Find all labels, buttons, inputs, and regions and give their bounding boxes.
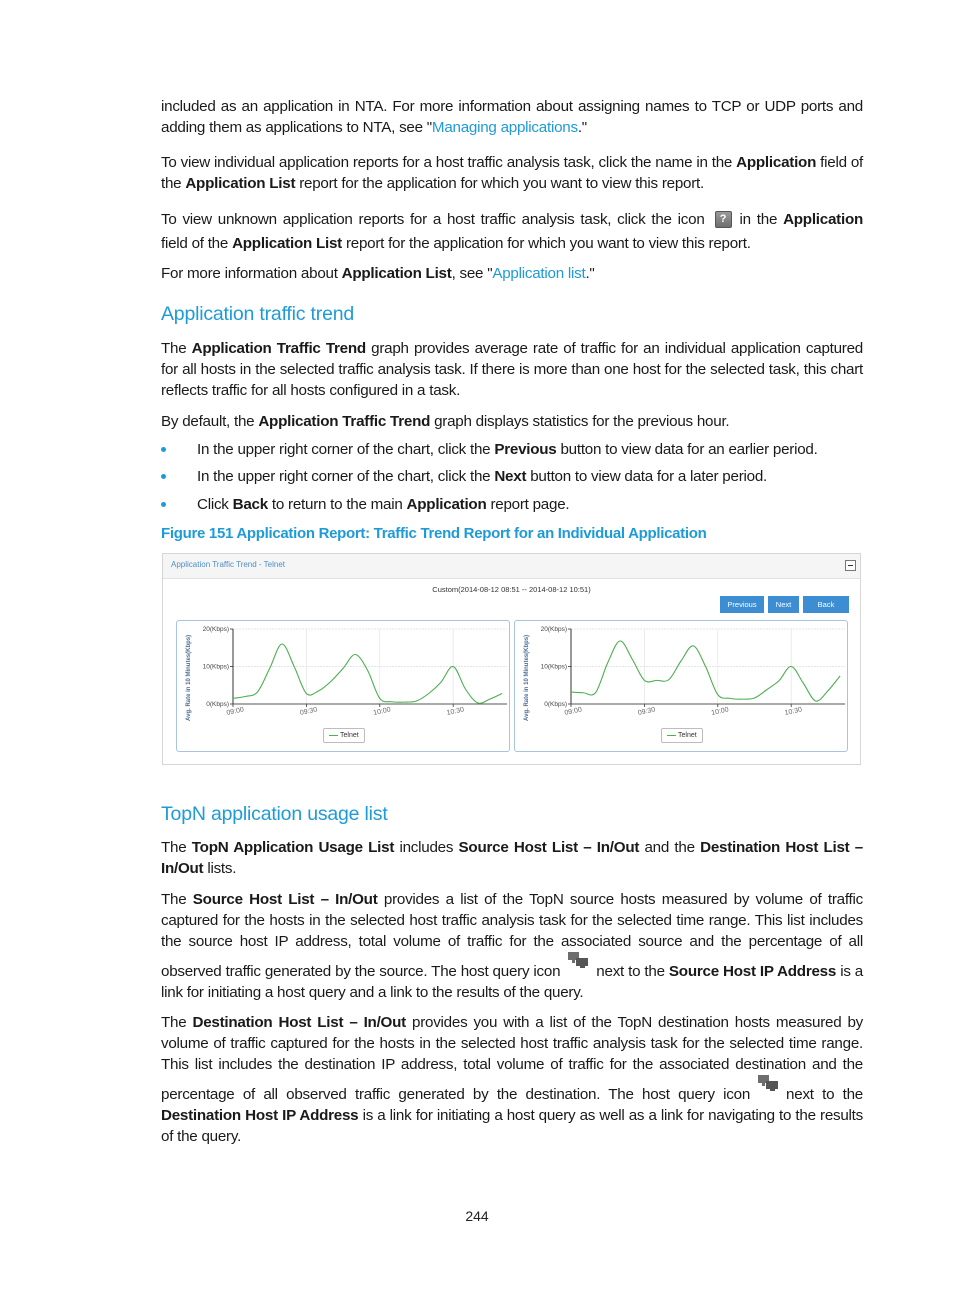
bullet-dot bbox=[161, 447, 166, 452]
intro-paragraph-3: To view unknown application reports for … bbox=[161, 211, 863, 252]
intro-paragraph-2: To view individual application reports f… bbox=[161, 154, 863, 192]
series-line-telnet bbox=[232, 643, 503, 704]
panel-title: Application Traffic Trend - Telnet bbox=[171, 560, 285, 569]
legend-swatch bbox=[667, 735, 676, 736]
figure-caption: Figure 151 Application Report: Traffic T… bbox=[161, 525, 707, 542]
traffic-chart-right: 0(Kbps) 10(Kbps) 20(Kbps) 09:00 09:30 10:00 10… bbox=[514, 620, 848, 752]
section-heading-application-traffic-trend: Application traffic trend bbox=[161, 303, 354, 325]
y-tick-label: 0(Kbps) bbox=[544, 701, 567, 708]
x-tick-label: 10:00 bbox=[373, 706, 392, 717]
y-tick-label: 20(Kbps) bbox=[541, 626, 567, 633]
section1-paragraph-2: By default, the Application Traffic Tren… bbox=[161, 413, 730, 430]
y-tick-label: 10(Kbps) bbox=[203, 664, 229, 671]
y-axis-label: Avg. Rate in 10 Minutes(Kbps) bbox=[186, 634, 192, 721]
legend-label: Telnet bbox=[678, 732, 697, 739]
chart-legend[interactable]: Telnet bbox=[661, 728, 703, 743]
application-list-link[interactable]: Application list bbox=[492, 265, 585, 282]
host-query-icon bbox=[758, 1075, 780, 1095]
bullet-dot bbox=[161, 474, 166, 479]
managing-applications-link[interactable]: Managing applications bbox=[432, 119, 578, 136]
x-tick-label: 10:30 bbox=[784, 706, 803, 717]
x-tick-label: 09:00 bbox=[226, 706, 245, 717]
x-tick-label: 09:00 bbox=[564, 706, 583, 717]
section-heading-topn-application-usage-list: TopN application usage list bbox=[161, 803, 388, 825]
page-number: 244 bbox=[465, 1208, 489, 1224]
legend-label: Telnet bbox=[340, 732, 359, 739]
time-range-label: Custom(2014-08-12 08:51 -- 2014-08-12 10… bbox=[432, 585, 591, 594]
section1-paragraph-1: The Application Traffic Trend graph prov… bbox=[161, 340, 864, 399]
y-axis-label: Avg. Rate in 10 Minutes(Kbps) bbox=[524, 634, 530, 721]
x-tick-label: 09:30 bbox=[299, 706, 318, 717]
series-line-telnet bbox=[570, 640, 841, 702]
panel-header: Application Traffic Trend - Telnet bbox=[163, 554, 860, 579]
x-tick-label: 09:30 bbox=[637, 706, 656, 717]
y-tick-label: 20(Kbps) bbox=[203, 626, 229, 633]
previous-button[interactable]: Previous bbox=[720, 596, 764, 613]
back-button[interactable]: Back bbox=[803, 596, 849, 613]
bullet-dot bbox=[161, 502, 166, 507]
y-tick-label: 10(Kbps) bbox=[541, 664, 567, 671]
intro-paragraph-4: For more information about Application L… bbox=[161, 265, 595, 282]
collapse-icon[interactable] bbox=[845, 560, 856, 571]
host-query-icon bbox=[568, 952, 590, 972]
section2-paragraph-1: The TopN Application Usage List includes… bbox=[161, 839, 863, 877]
x-tick-label: 10:00 bbox=[711, 706, 730, 717]
section2-paragraph-2: The Source Host List – In/Out provides a… bbox=[161, 891, 863, 1001]
application-traffic-trend-panel: Application Traffic Trend - Telnet Custo… bbox=[162, 553, 861, 765]
help-icon: ? bbox=[714, 211, 732, 228]
chart-legend[interactable]: Telnet bbox=[323, 728, 365, 743]
x-tick-label: 10:30 bbox=[446, 706, 465, 717]
traffic-chart-left: 0(Kbps) 10(Kbps) 20(Kbps) 09:00 09:30 10:00 10… bbox=[176, 620, 510, 752]
intro-paragraph-1: included as an application in NTA. For m… bbox=[161, 98, 863, 136]
y-tick-label: 0(Kbps) bbox=[206, 701, 229, 708]
section2-paragraph-3: The Destination Host List – In/Out provi… bbox=[161, 1014, 864, 1145]
legend-swatch bbox=[329, 735, 338, 736]
next-button[interactable]: Next bbox=[768, 596, 799, 613]
